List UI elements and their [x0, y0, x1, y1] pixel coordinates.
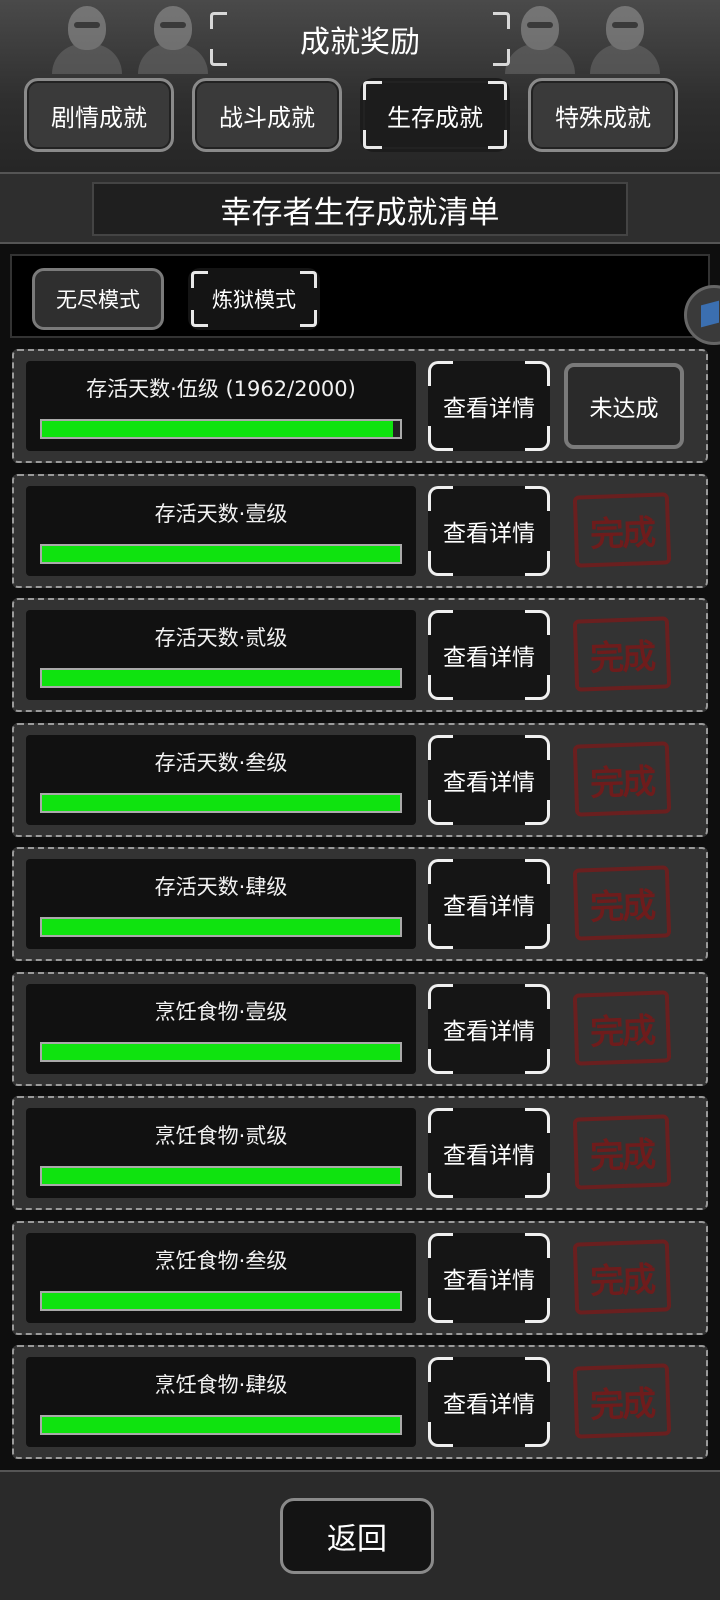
view-details-label: 查看详情	[443, 1143, 535, 1169]
view-details-label: 查看详情	[443, 1018, 535, 1045]
progress-fill	[42, 1168, 400, 1184]
achievement-row: 存活天数·叁级 查看详情 完成	[12, 722, 708, 837]
mode-label: 炼狱模式	[212, 288, 296, 312]
achievement-info: 存活天数·伍级 (1962/2000)	[26, 361, 416, 451]
achievement-name: 存活天数·贰级	[154, 626, 288, 650]
completed-stamp: 完成	[572, 740, 672, 817]
subtitle-bar: 幸存者生存成就清单	[0, 172, 720, 244]
achievement-info: 存活天数·壹级	[26, 485, 416, 576]
tab-label: 剧情成就	[51, 103, 147, 132]
progress-fill	[42, 421, 394, 437]
achievement-info: 烹饪食物·贰级	[26, 1108, 416, 1198]
achievement-name: 烹饪食物·叁级	[154, 1248, 288, 1273]
achievement-info: 烹饪食物·肆级	[26, 1357, 416, 1447]
view-details-button[interactable]: 查看详情	[428, 734, 550, 825]
achievement-info: 烹饪食物·壹级	[26, 983, 416, 1074]
view-details-button[interactable]: 查看详情	[428, 485, 550, 576]
view-details-button[interactable]: 查看详情	[428, 1232, 550, 1323]
completed-stamp: 完成	[572, 616, 672, 692]
achievement-row: 存活天数·伍级 (1962/2000) 查看详情 未达成	[12, 349, 708, 463]
view-details-button[interactable]: 查看详情	[428, 1108, 550, 1198]
progress-bar	[40, 1041, 402, 1062]
progress-bar	[40, 668, 402, 688]
view-details-button[interactable]: 查看详情	[428, 361, 550, 451]
achievement-row: 烹饪食物·贰级 查看详情 完成	[12, 1096, 708, 1210]
completed-stamp: 完成	[572, 1238, 672, 1315]
view-details-button[interactable]: 查看详情	[428, 1357, 550, 1447]
progress-fill	[42, 794, 400, 811]
view-details-button[interactable]: 查看详情	[428, 610, 550, 700]
cube-icon	[701, 300, 719, 328]
mode-selector: 无尽模式 炼狱模式	[10, 254, 710, 338]
tab-label: 特殊成就	[555, 103, 651, 132]
tab-combat-achievements[interactable]: 战斗成就	[192, 78, 342, 152]
soldier-portrait	[138, 0, 208, 74]
progress-fill	[42, 919, 400, 935]
view-details-button[interactable]: 查看详情	[428, 983, 550, 1074]
completed-stamp: 完成	[572, 989, 672, 1066]
achievement-info: 存活天数·贰级	[26, 610, 416, 700]
page-title: 成就奖励	[210, 12, 510, 66]
progress-bar	[40, 917, 402, 937]
progress-fill	[42, 545, 400, 562]
soldier-portrait	[590, 0, 660, 74]
completed-stamp: 完成	[572, 1363, 672, 1439]
header: 成就奖励 剧情成就 战斗成就 生存成就 特殊成就	[0, 0, 720, 172]
achievement-name: 存活天数·叁级	[154, 750, 288, 775]
progress-fill	[42, 670, 400, 686]
view-details-button[interactable]: 查看详情	[428, 859, 550, 949]
view-details-label: 查看详情	[443, 894, 535, 920]
achievement-row: 烹饪食物·壹级 查看详情 完成	[12, 971, 708, 1086]
view-details-label: 查看详情	[443, 396, 535, 422]
tab-label: 战斗成就	[219, 103, 315, 132]
achievement-info: 烹饪食物·叁级	[26, 1232, 416, 1323]
footer: 返回	[0, 1470, 720, 1600]
achievement-name: 烹饪食物·壹级	[154, 999, 288, 1024]
view-details-label: 查看详情	[443, 1267, 535, 1294]
tab-survival-achievements[interactable]: 生存成就	[360, 78, 510, 152]
page-title-text: 成就奖励	[300, 25, 420, 60]
tab-story-achievements[interactable]: 剧情成就	[24, 78, 174, 152]
soldier-portrait	[505, 0, 575, 74]
completed-stamp: 完成	[572, 865, 672, 941]
progress-fill	[42, 1417, 400, 1433]
view-details-label: 查看详情	[443, 645, 535, 671]
achievement-row: 烹饪食物·肆级 查看详情 完成	[12, 1345, 708, 1459]
tab-label: 生存成就	[387, 103, 483, 132]
view-details-label: 查看详情	[443, 769, 535, 796]
achievement-name: 存活天数·肆级	[154, 875, 288, 899]
progress-fill	[42, 1292, 400, 1309]
view-details-label: 查看详情	[443, 1392, 535, 1418]
progress-bar	[40, 543, 402, 564]
mode-label: 无尽模式	[56, 288, 140, 312]
back-button[interactable]: 返回	[280, 1498, 434, 1574]
achievement-name: 存活天数·伍级 (1962/2000)	[86, 377, 356, 401]
achievement-name: 烹饪食物·肆级	[154, 1373, 288, 1397]
view-details-label: 查看详情	[443, 520, 535, 547]
achievement-info: 存活天数·肆级	[26, 859, 416, 949]
achievement-name: 烹饪食物·贰级	[154, 1124, 288, 1148]
tab-special-achievements[interactable]: 特殊成就	[528, 78, 678, 152]
soldier-portrait	[52, 0, 122, 74]
achievement-row: 存活天数·贰级 查看详情 完成	[12, 598, 708, 712]
not-achieved-button[interactable]: 未达成	[564, 363, 684, 449]
completed-stamp: 完成	[572, 1114, 672, 1190]
mode-inferno-button[interactable]: 炼狱模式	[188, 268, 320, 330]
progress-fill	[42, 1043, 400, 1060]
progress-bar	[40, 792, 402, 813]
achievement-row: 存活天数·壹级 查看详情 完成	[12, 473, 708, 588]
progress-bar	[40, 1290, 402, 1311]
progress-bar	[40, 1415, 402, 1435]
achievement-row: 存活天数·肆级 查看详情 完成	[12, 847, 708, 961]
completed-stamp: 完成	[572, 491, 672, 568]
achievement-list[interactable]: 无尽模式 炼狱模式 存活天数·伍级 (1962/2000) 查看详情 未达成 存…	[0, 244, 720, 1470]
progress-bar	[40, 1166, 402, 1186]
mode-endless-button[interactable]: 无尽模式	[32, 268, 164, 330]
progress-bar	[40, 419, 402, 439]
achievement-name: 存活天数·壹级	[154, 501, 288, 526]
achievement-row: 烹饪食物·叁级 查看详情 完成	[12, 1220, 708, 1335]
list-subtitle: 幸存者生存成就清单	[92, 182, 628, 236]
achievement-info: 存活天数·叁级	[26, 734, 416, 825]
